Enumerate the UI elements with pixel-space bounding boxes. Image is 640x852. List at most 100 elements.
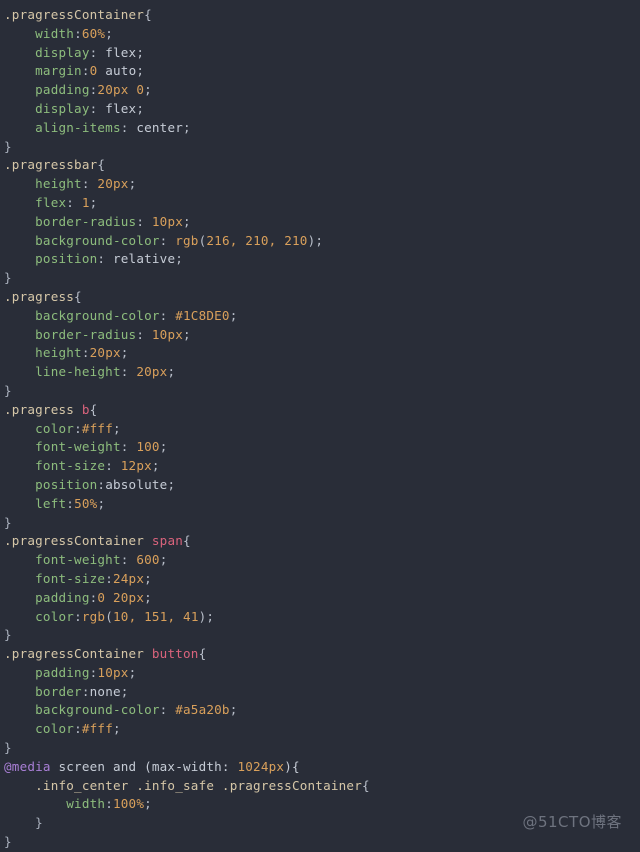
code-line[interactable]: }	[0, 833, 640, 852]
code-line[interactable]: color:#fff;	[0, 420, 640, 439]
code-content[interactable]: .pragressContainer{ width:60%; display: …	[0, 6, 640, 852]
code-line[interactable]: display: flex;	[0, 44, 640, 63]
code-line[interactable]: .pragressbar{	[0, 156, 640, 175]
code-line[interactable]: position:absolute;	[0, 476, 640, 495]
code-line[interactable]: line-height: 20px;	[0, 363, 640, 382]
code-editor[interactable]: .pragressContainer{ width:60%; display: …	[0, 0, 640, 849]
code-token-punc: :	[81, 683, 90, 699]
code-token-prop: background-color	[35, 232, 160, 248]
code-token-punc: ;	[183, 213, 191, 229]
code-line[interactable]: margin:0 auto;	[0, 62, 640, 81]
code-token-brace: }	[4, 270, 12, 286]
code-token-prop: margin	[35, 63, 82, 79]
code-line[interactable]: left:50%;	[0, 495, 640, 514]
code-line[interactable]: color:rgb(10, 151, 41);	[0, 608, 640, 627]
code-token-prop: padding	[35, 82, 90, 98]
code-token-brace: }	[35, 815, 43, 831]
code-token-punc: ;	[105, 25, 114, 41]
code-token-punc: :	[120, 439, 137, 455]
code-line[interactable]: .pragressContainer button{	[0, 645, 640, 664]
code-token-sel: .pragress	[4, 288, 75, 304]
code-token-punc: ;	[183, 326, 191, 342]
code-line[interactable]: .pragressContainer{	[0, 6, 640, 25]
code-line[interactable]: font-size:24px;	[0, 570, 640, 589]
code-token-num: 100	[136, 439, 160, 455]
code-token-punc: ;	[183, 119, 191, 135]
code-token-punc: :	[81, 176, 98, 192]
code-line[interactable]: }	[0, 626, 640, 645]
code-token-tag: b	[81, 401, 90, 417]
code-line[interactable]: color:#fff;	[0, 720, 640, 739]
code-token-punc: :	[89, 44, 106, 60]
code-line[interactable]: position: relative;	[0, 250, 640, 269]
code-token-num: 0 20px	[97, 589, 145, 605]
code-line[interactable]: }	[0, 739, 640, 758]
code-line[interactable]: align-items: center;	[0, 119, 640, 138]
code-line[interactable]: .pragress{	[0, 288, 640, 307]
code-token-num: 10px	[151, 326, 184, 342]
code-token-prop: font-weight	[35, 439, 121, 455]
code-token-punc: ;	[151, 458, 160, 474]
code-line[interactable]: .pragress b{	[0, 401, 640, 420]
code-token-brace: }	[4, 514, 12, 530]
code-line[interactable]: display: flex;	[0, 100, 640, 119]
code-line[interactable]: }	[0, 138, 640, 157]
code-token-num: #1C8DE0	[175, 307, 230, 323]
code-token-punc: ;	[120, 683, 129, 699]
code-token-punc: {	[198, 646, 207, 662]
code-line[interactable]: flex: 1;	[0, 194, 640, 213]
code-line[interactable]: }	[0, 514, 640, 533]
code-token-val: flex	[105, 44, 137, 60]
code-token-punc: (	[105, 608, 114, 624]
code-token-sel: .pragressbar	[4, 157, 98, 173]
code-line[interactable]: .info_center .info_safe .pragressContain…	[0, 777, 640, 796]
code-token-prop: font-size	[35, 458, 106, 474]
code-token-prop: display	[35, 44, 90, 60]
code-token-num: 50%	[74, 495, 98, 511]
code-token-prop: font-size	[35, 570, 106, 586]
code-line[interactable]: background-color: #a5a20b;	[0, 701, 640, 720]
code-line[interactable]: border-radius: 10px;	[0, 213, 640, 232]
code-line[interactable]: border:none;	[0, 683, 640, 702]
code-line[interactable]: }	[0, 382, 640, 401]
code-token-sel: .pragressContainer	[4, 646, 152, 662]
code-line[interactable]: border-radius: 10px;	[0, 326, 640, 345]
code-token-num: 10px	[151, 213, 184, 229]
code-token-brace: }	[4, 740, 12, 756]
code-token-punc: ;	[113, 420, 121, 436]
code-token-val: auto	[97, 63, 137, 79]
code-line[interactable]: padding:10px;	[0, 664, 640, 683]
code-token-num: 1024px	[237, 758, 285, 774]
code-line[interactable]: .pragressContainer span{	[0, 532, 640, 551]
code-token-num: #fff	[81, 420, 113, 436]
code-token-punc: ;	[144, 796, 152, 812]
code-line[interactable]: font-weight: 100;	[0, 438, 640, 457]
code-token-prop: border	[35, 683, 82, 699]
code-line[interactable]: padding:0 20px;	[0, 589, 640, 608]
code-token-punc: :	[120, 364, 137, 380]
code-token-tag: button	[151, 646, 199, 662]
code-token-num: 600	[136, 552, 160, 568]
code-line[interactable]: }	[0, 269, 640, 288]
code-line[interactable]: font-size: 12px;	[0, 457, 640, 476]
code-line[interactable]: background-color: rgb(216, 210, 210);	[0, 232, 640, 251]
watermark: @51CTO博客	[522, 813, 622, 831]
code-line[interactable]: height:20px;	[0, 344, 640, 363]
code-line[interactable]: background-color: #1C8DE0;	[0, 307, 640, 326]
code-token-punc: :	[105, 458, 121, 474]
code-line[interactable]: font-weight: 600;	[0, 551, 640, 570]
code-line[interactable]: padding:20px 0;	[0, 81, 640, 100]
code-line[interactable]: width:60%;	[0, 25, 640, 44]
code-line[interactable]: @media screen and (max-width: 1024px){	[0, 758, 640, 777]
code-line[interactable]: height: 20px;	[0, 175, 640, 194]
